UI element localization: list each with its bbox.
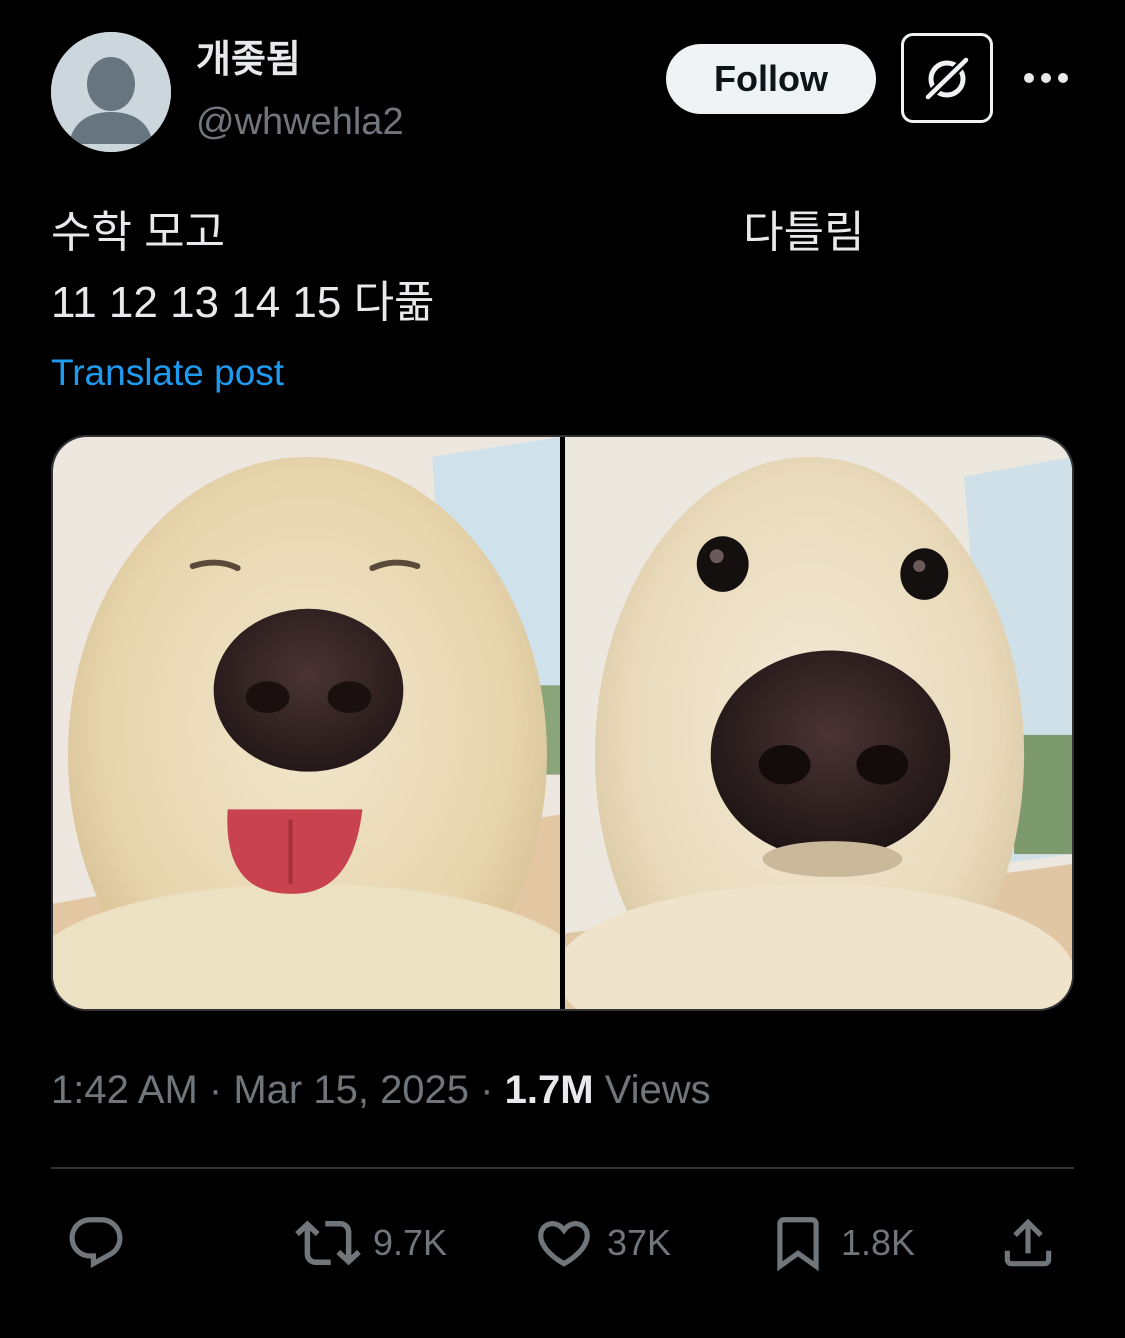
- bookmark-button[interactable]: 1.8K: [767, 1205, 915, 1281]
- like-count: 37K: [607, 1222, 672, 1263]
- dog-photo-happy[interactable]: [53, 437, 560, 1009]
- grok-icon: [923, 55, 971, 102]
- dog-photo-shocked[interactable]: [565, 437, 1072, 1009]
- translate-post-link[interactable]: Translate post: [51, 350, 284, 396]
- more-dots-icon: [1024, 73, 1068, 83]
- post-line-1-left: 수학 모고: [51, 208, 226, 257]
- post-line-1-right: 다틀림: [743, 208, 865, 257]
- follow-button[interactable]: Follow: [666, 44, 876, 114]
- reply-icon: [69, 1217, 123, 1269]
- post-line-1: 수학 모고 다틀림: [51, 198, 865, 268]
- meta-separator: ·: [208, 1068, 223, 1112]
- default-avatar-icon: [51, 32, 171, 152]
- action-bar: 9.7K 37K 1.8K: [51, 1205, 1074, 1281]
- reply-button[interactable]: [65, 1205, 127, 1281]
- meta-separator: ·: [480, 1068, 494, 1112]
- share-icon: [1004, 1218, 1052, 1267]
- repost-count: 9.7K: [373, 1222, 448, 1263]
- bookmark-icon: [777, 1217, 819, 1272]
- post-date[interactable]: Mar 15, 2025: [233, 1068, 469, 1112]
- post-line-2: 11 12 13 14 15 다풂: [51, 278, 435, 327]
- heart-icon: [538, 1221, 590, 1267]
- bookmark-count: 1.8K: [841, 1222, 916, 1263]
- post-media: [51, 435, 1074, 1011]
- repost-icon: [295, 1220, 361, 1266]
- like-button[interactable]: 37K: [533, 1205, 671, 1281]
- author-display-name[interactable]: 개좆됨: [196, 36, 301, 84]
- views-label: Views: [604, 1068, 711, 1112]
- grok-button[interactable]: [901, 33, 993, 123]
- post-time[interactable]: 1:42 AM: [51, 1068, 198, 1112]
- avatar[interactable]: [51, 32, 171, 152]
- post-meta: 1:42 AM · Mar 15, 2025 · 1.7M Views: [51, 1064, 711, 1116]
- post-text: 수학 모고 다틀림 11 12 13 14 15 다풂: [51, 198, 865, 338]
- views-count: 1.7M: [504, 1068, 594, 1112]
- repost-button[interactable]: 9.7K: [295, 1205, 447, 1281]
- share-button[interactable]: [997, 1205, 1059, 1281]
- divider: [51, 1167, 1074, 1169]
- author-handle[interactable]: @whwehla2: [196, 98, 404, 146]
- more-options-button[interactable]: [1020, 60, 1072, 96]
